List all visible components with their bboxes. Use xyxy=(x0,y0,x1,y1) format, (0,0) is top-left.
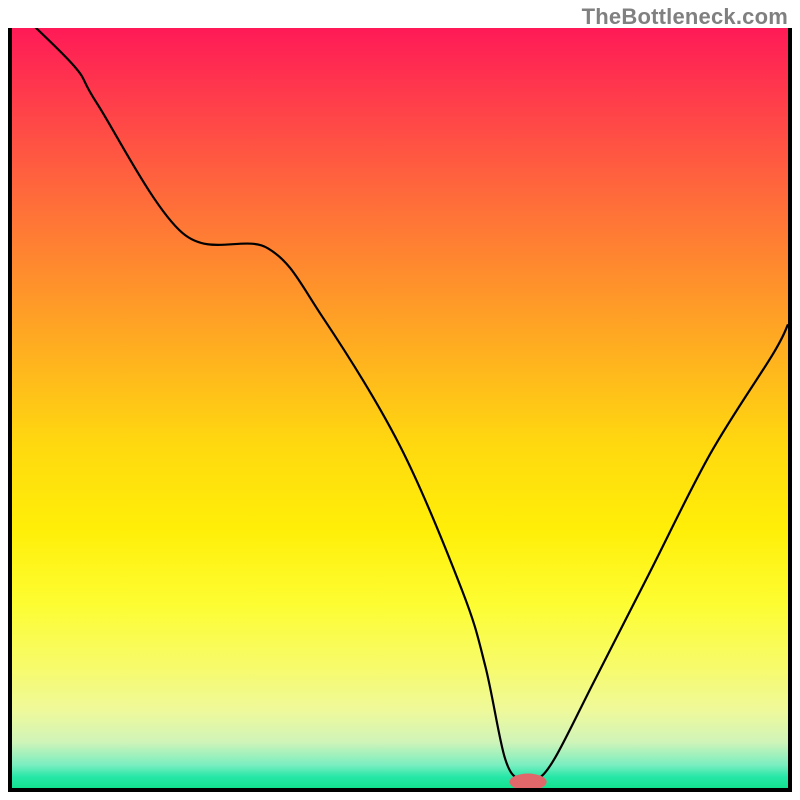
bottleneck-chart: TheBottleneck.com xyxy=(0,0,800,800)
plot-area xyxy=(8,28,792,792)
bottleneck-curve xyxy=(12,28,788,783)
curve-layer xyxy=(12,28,788,788)
attribution-label: TheBottleneck.com xyxy=(582,4,788,30)
